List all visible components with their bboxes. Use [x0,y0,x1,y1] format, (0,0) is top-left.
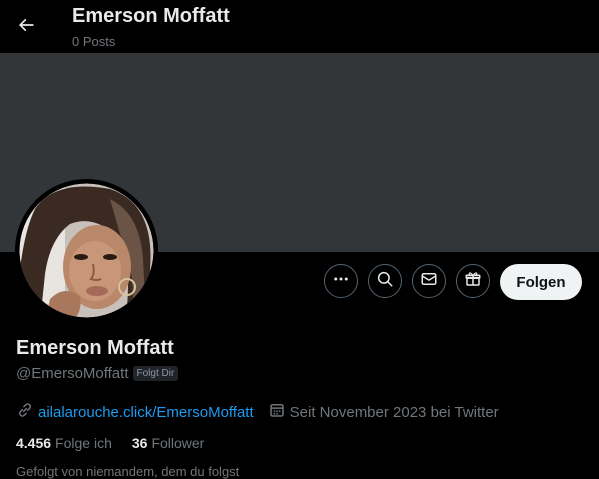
following-label: Folge ich [55,435,112,451]
search-icon [376,270,394,293]
profile-display-name: Emerson Moffatt [16,337,174,359]
join-date: Seit November 2023 bei Twitter [268,401,499,423]
more-button[interactable] [324,264,358,298]
profile-meta: ailalarouche.click/EmersoMoffatt Seit No… [16,401,499,423]
followers-label: Follower [151,435,205,451]
gift-button[interactable] [456,264,490,298]
avatar[interactable] [15,179,158,322]
message-button[interactable] [412,264,446,298]
post-count: 0 Posts [72,34,116,49]
envelope-icon [420,270,438,293]
calendar-icon [268,401,290,423]
link-icon [16,401,38,423]
website-url: ailalarouche.click/EmersoMoffatt [38,403,254,421]
followers-count: 36 [131,435,148,451]
header-title: Emerson Moffatt [72,5,230,27]
follow-button[interactable]: Folgen [500,264,582,300]
follow-stats: 4.456 Folge ich 36 Follower [16,435,204,451]
followers-link[interactable]: 36 Follower [132,435,204,451]
following-count: 4.456 [16,435,52,451]
search-button[interactable] [368,264,402,298]
handle-row: @EmersoMoffatt Folgt Dir [16,365,179,382]
profile-handle: @EmersoMoffatt [16,365,129,382]
follows-you-badge: Folgt Dir [132,366,179,381]
ellipsis-icon [332,270,350,293]
arrow-left-icon [16,15,36,40]
profile-header: Emerson Moffatt 0 Posts [0,0,599,53]
website-link[interactable]: ailalarouche.click/EmersoMoffatt [16,401,254,423]
followed-by-text: Gefolgt von niemandem, dem du folgst [16,464,240,479]
gift-icon [464,270,482,293]
back-button[interactable] [8,9,44,45]
following-link[interactable]: 4.456 Folge ich [16,435,112,451]
join-date-text: Seit November 2023 bei Twitter [289,403,499,421]
